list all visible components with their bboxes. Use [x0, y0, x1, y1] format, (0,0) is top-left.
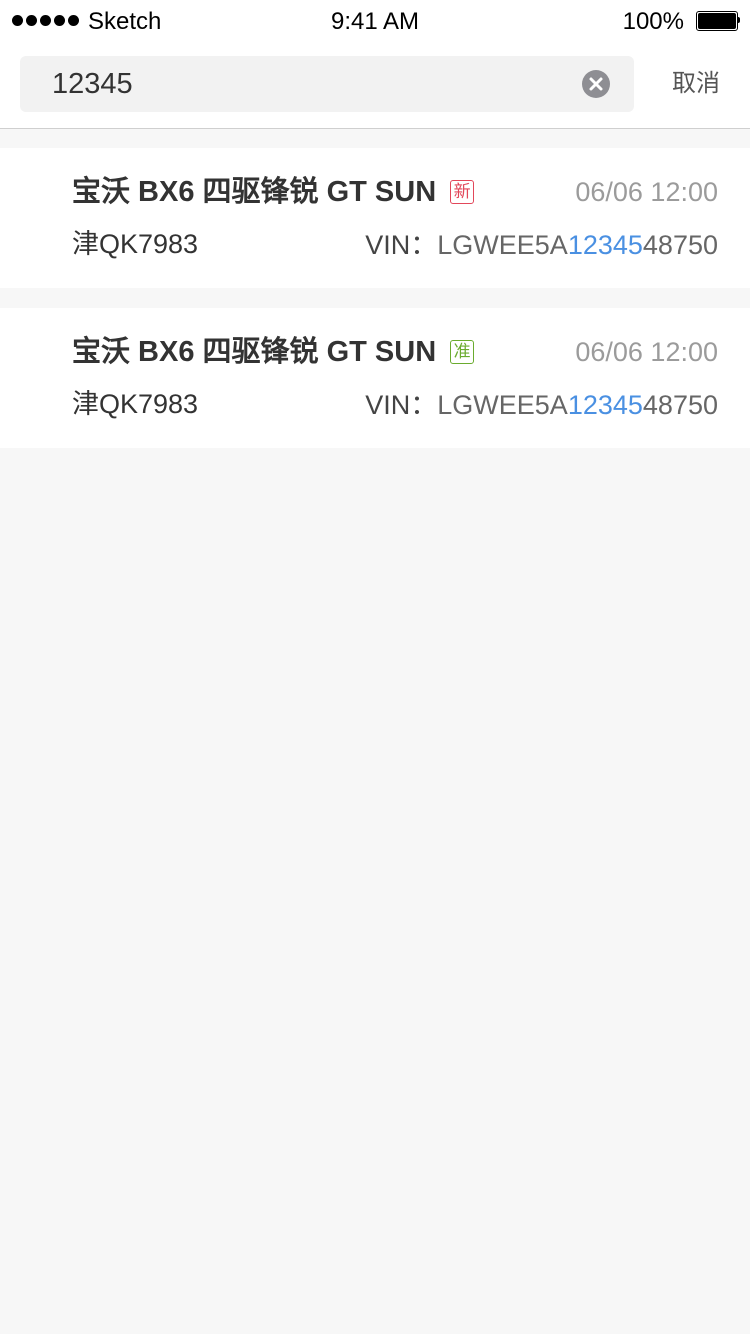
result-time: 06/06 12:00: [575, 337, 718, 367]
battery-percentage: 100%: [622, 8, 684, 35]
vin-number: VIN：LGWEE5A1234548750: [365, 388, 718, 422]
vin-prefix: LGWEE5A: [437, 390, 568, 420]
result-card[interactable]: 宝沃 BX6 四驱锋锐 GT SUN 准 06/06 12:00 津QK7983…: [0, 308, 750, 448]
search-box[interactable]: [20, 56, 634, 112]
result-card[interactable]: 宝沃 BX6 四驱锋锐 GT SUN 新 06/06 12:00 津QK7983…: [0, 148, 750, 288]
result-title-row: 宝沃 BX6 四驱锋锐 GT SUN 新: [72, 174, 475, 210]
car-title: 宝沃 BX6 四驱锋锐 GT SUN: [72, 336, 437, 368]
vin-number: VIN：LGWEE5A1234548750: [365, 228, 718, 262]
quasi-new-tag-badge: 准: [450, 340, 475, 364]
battery-icon: [696, 11, 740, 31]
search-input[interactable]: [52, 56, 572, 112]
vin-label: VIN：: [365, 390, 438, 420]
vin-suffix: 48750: [642, 230, 718, 260]
license-plate: 津QK7983: [72, 389, 199, 419]
cancel-button[interactable]: 取消: [672, 68, 720, 100]
clear-search-icon[interactable]: [582, 70, 610, 98]
search-results-list: 宝沃 BX6 四驱锋锐 GT SUN 新 06/06 12:00 津QK7983…: [0, 148, 750, 468]
vin-suffix: 48750: [642, 390, 718, 420]
vin-label: VIN：: [365, 230, 438, 260]
result-time: 06/06 12:00: [575, 177, 718, 207]
result-title-row: 宝沃 BX6 四驱锋锐 GT SUN 准: [72, 334, 475, 370]
new-tag-badge: 新: [450, 180, 475, 204]
vin-match-highlight: 12345: [567, 390, 643, 420]
search-header: 取消: [0, 40, 750, 129]
car-title: 宝沃 BX6 四驱锋锐 GT SUN: [72, 176, 437, 208]
vin-prefix: LGWEE5A: [437, 230, 568, 260]
license-plate: 津QK7983: [72, 229, 199, 259]
status-bar: Sketch 9:41 AM 100%: [0, 0, 750, 40]
vin-match-highlight: 12345: [567, 230, 643, 260]
